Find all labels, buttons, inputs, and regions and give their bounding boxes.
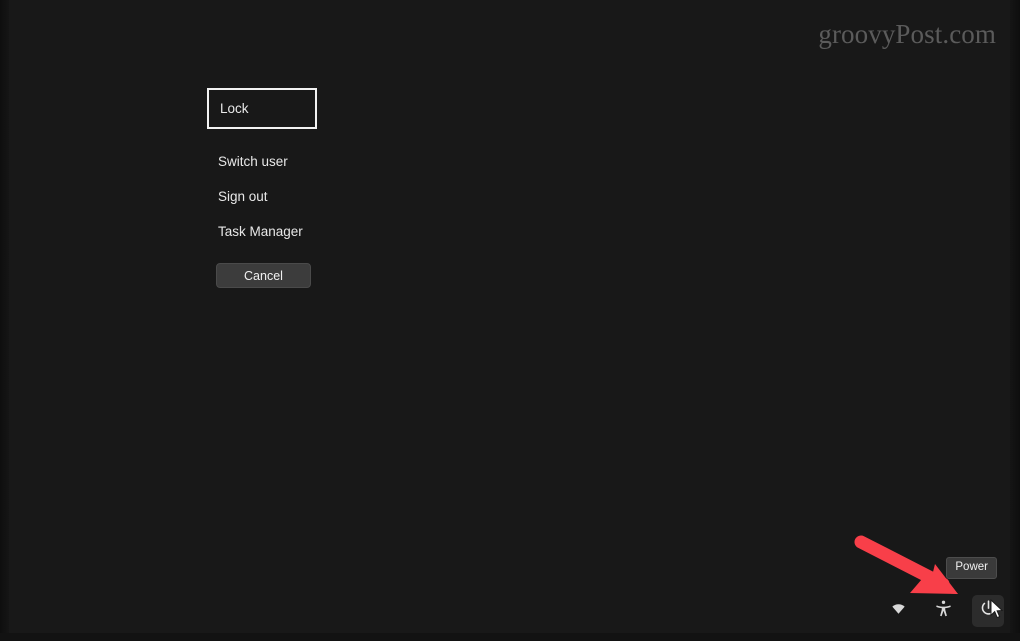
wifi-icon [889,599,908,623]
menu-item-lock[interactable]: Lock [207,88,317,129]
menu-item-sign-out[interactable]: Sign out [207,179,328,214]
power-icon [979,599,998,623]
screen-edge-left [0,0,9,641]
screen-edge-right [1010,0,1020,641]
menu-item-sign-out-label: Sign out [218,188,268,204]
ctrl-alt-del-options-menu: Lock Switch user Sign out Task Manager C… [207,88,407,288]
menu-item-task-manager-label: Task Manager [218,223,303,239]
tray-buttons [882,595,1004,627]
accessibility-button[interactable] [927,595,959,627]
menu-item-switch-user[interactable]: Switch user [207,144,328,179]
watermark: groovyPost.com [818,19,996,49]
network-button[interactable] [882,595,914,627]
menu-item-lock-label: Lock [220,100,249,116]
menu-item-switch-user-label: Switch user [218,153,288,169]
cancel-button[interactable]: Cancel [216,263,311,288]
screen-edge-bottom [0,633,1020,641]
power-button[interactable] [972,595,1004,627]
menu-item-task-manager[interactable]: Task Manager [207,214,328,249]
power-tooltip: Power [946,556,997,579]
accessibility-icon [934,599,953,623]
lock-screen-options-overlay: groovyPost.com Lock Switch user Sign out… [0,0,1020,641]
